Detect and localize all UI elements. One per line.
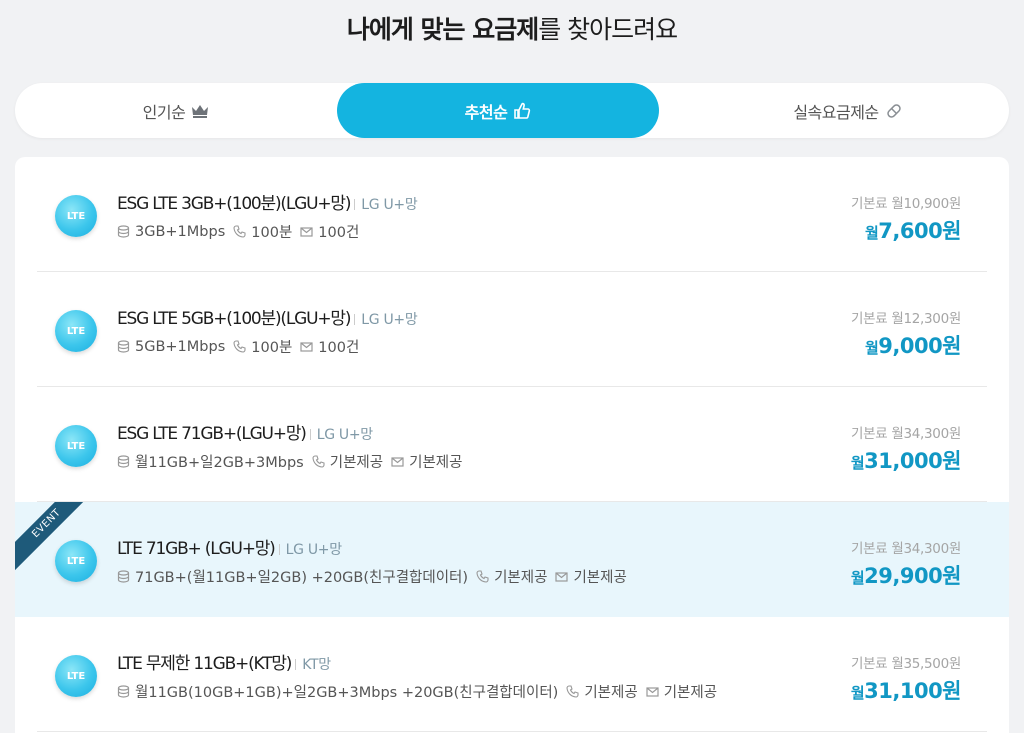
- plan-sms: 기본제공: [573, 570, 627, 586]
- base-price: 기본료 월35,500원: [850, 656, 961, 672]
- plan-price: 월9,000원: [864, 330, 962, 360]
- phone-icon: [566, 685, 579, 698]
- lte-badge-icon: LTE: [55, 310, 97, 352]
- page-title-rest: 를 찾아드려요: [538, 15, 678, 44]
- plan-name: ESG LTE 71GB+(LGU+망): [117, 424, 307, 444]
- price-prefix: 월: [850, 569, 865, 587]
- plan-voice: 기본제공: [494, 570, 548, 586]
- plan-price: 월29,900원: [850, 560, 962, 590]
- price-value: 7,600원: [878, 219, 961, 243]
- message-icon: [646, 687, 659, 697]
- plan-voice: 100분: [251, 340, 293, 356]
- message-icon: [391, 457, 404, 467]
- page-title: 나에게 맞는 요금제를 찾아드려요: [0, 10, 1024, 46]
- plan-specs: 71GB+(월11GB+일2GB) +20GB(친구결합데이터) 기본제공 기본…: [117, 566, 627, 587]
- plan-data: 5GB+1Mbps: [135, 338, 226, 355]
- plan-sms: 기본제공: [409, 455, 463, 471]
- price-value: 29,900원: [864, 564, 961, 588]
- base-price: 기본료 월34,300원: [850, 426, 961, 442]
- phone-icon: [233, 225, 246, 238]
- lte-badge-icon: LTE: [55, 195, 97, 237]
- price-value: 9,000원: [878, 334, 961, 358]
- crown-icon: [191, 104, 209, 118]
- page-title-bold: 나에게 맞는 요금제: [346, 15, 539, 44]
- sort-tabs: 인기순 추천순 실속요금제순: [15, 83, 1009, 138]
- plan-specs: 5GB+1Mbps 100분 100건: [117, 336, 359, 357]
- plan-carrier: LG U+망: [279, 542, 342, 558]
- plan-price: 월31,100원: [850, 675, 962, 705]
- tab-recommended-label: 추천순: [464, 102, 508, 122]
- price-prefix: 월: [864, 339, 879, 357]
- tab-popular[interactable]: 인기순: [15, 83, 337, 138]
- plan-name: LTE 무제한 11GB+(KT망): [117, 654, 292, 674]
- plan-price: 월31,000원: [850, 445, 962, 475]
- data-icon: [117, 685, 130, 698]
- plan-sms: 기본제공: [663, 685, 718, 701]
- message-icon: [555, 572, 569, 582]
- plan-carrier: LG U+망: [354, 197, 417, 213]
- price-prefix: 월: [864, 224, 879, 242]
- price-prefix: 월: [850, 684, 865, 702]
- plan-sms: 100건: [318, 340, 360, 356]
- plan-row[interactable]: LTE ESG LTE 3GB+(100분)(LGU+망) LG U+망 3GB+…: [15, 157, 1009, 272]
- plan-specs: 3GB+1Mbps 100분 100건: [117, 221, 359, 242]
- plan-name: ESG LTE 5GB+(100분)(LGU+망): [117, 309, 351, 329]
- tab-recommended[interactable]: 추천순: [337, 83, 659, 138]
- plan-data: 3GB+1Mbps: [135, 223, 226, 240]
- lte-badge-icon: LTE: [55, 540, 97, 582]
- plan-name-line: ESG LTE 3GB+(100분)(LGU+망) LG U+망: [117, 189, 418, 214]
- data-icon: [117, 340, 130, 353]
- base-price: 기본료 월12,300원: [850, 311, 961, 327]
- plan-data: 월11GB(10GB+1GB)+일2GB+3Mbps +20GB(친구결합데이터…: [135, 685, 559, 701]
- plan-row[interactable]: LTE LTE 무제한 11GB+(KT망) KT망 월11GB(10GB+1GB…: [15, 617, 1009, 732]
- plan-data: 71GB+(월11GB+일2GB) +20GB(친구결합데이터): [135, 570, 469, 586]
- plan-name-line: ESG LTE 71GB+(LGU+망) LG U+망: [117, 419, 373, 444]
- base-price: 기본료 월10,900원: [850, 196, 961, 212]
- plan-voice: 기본제공: [329, 455, 384, 471]
- pill-icon: [885, 102, 903, 120]
- plan-price: 월7,600원: [864, 215, 962, 245]
- message-icon: [300, 227, 313, 237]
- plan-list: LTE ESG LTE 3GB+(100분)(LGU+망) LG U+망 3GB+…: [15, 157, 1009, 733]
- base-price: 기본료 월34,300원: [850, 541, 961, 557]
- plan-row-event[interactable]: EVENT LTE LTE 71GB+ (LGU+망) LG U+망 71GB+(…: [15, 502, 1009, 617]
- plan-voice: 기본제공: [584, 685, 638, 701]
- tab-popular-label: 인기순: [142, 102, 186, 122]
- plan-name-line: ESG LTE 5GB+(100분)(LGU+망) LG U+망: [117, 304, 418, 329]
- plan-sms: 100건: [318, 225, 360, 241]
- plan-data: 월11GB+일2GB+3Mbps: [135, 455, 304, 471]
- plan-carrier: LG U+망: [354, 312, 417, 328]
- lte-badge-icon: LTE: [55, 425, 97, 467]
- plan-carrier: LG U+망: [310, 427, 373, 443]
- data-icon: [117, 455, 130, 468]
- plan-name: ESG LTE 3GB+(100분)(LGU+망): [117, 194, 351, 214]
- tab-value-plans-label: 실속요금제순: [793, 102, 879, 122]
- price-value: 31,000원: [864, 449, 961, 473]
- phone-icon: [312, 455, 325, 468]
- lte-badge-icon: LTE: [55, 655, 97, 697]
- phone-icon: [233, 340, 246, 353]
- thumbs-up-icon: [513, 102, 531, 120]
- plan-name-line: LTE 71GB+ (LGU+망) LG U+망: [117, 534, 342, 559]
- plan-voice: 100분: [251, 225, 293, 241]
- data-icon: [117, 225, 130, 238]
- price-prefix: 월: [850, 454, 865, 472]
- message-icon: [300, 342, 313, 352]
- row-divider: [37, 731, 987, 732]
- plan-specs: 월11GB(10GB+1GB)+일2GB+3Mbps +20GB(친구결합데이터…: [117, 681, 717, 702]
- data-icon: [117, 570, 130, 583]
- plan-name-line: LTE 무제한 11GB+(KT망) KT망: [117, 649, 331, 674]
- price-value: 31,100원: [864, 679, 961, 703]
- tab-value-plans[interactable]: 실속요금제순: [687, 83, 1009, 138]
- plan-row[interactable]: LTE ESG LTE 71GB+(LGU+망) LG U+망 월11GB+일2G…: [15, 387, 1009, 502]
- plan-carrier: KT망: [295, 657, 331, 673]
- plan-specs: 월11GB+일2GB+3Mbps 기본제공 기본제공: [117, 451, 462, 472]
- plan-row[interactable]: LTE ESG LTE 5GB+(100분)(LGU+망) LG U+망 5GB+…: [15, 272, 1009, 387]
- phone-icon: [476, 570, 489, 583]
- plan-name: LTE 71GB+ (LGU+망): [117, 539, 276, 559]
